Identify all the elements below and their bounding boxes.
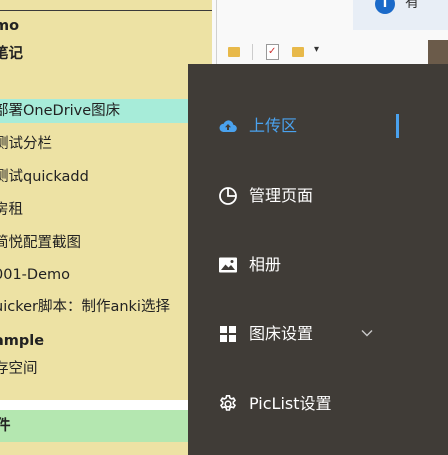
notification-text: 有	[405, 0, 419, 11]
list-item[interactable]: 测试quickadd	[0, 165, 212, 189]
note-label: 测试quickadd	[0, 169, 89, 185]
list-item[interactable]: 笔记	[0, 42, 212, 66]
list-item[interactable]: mo	[0, 14, 212, 38]
checkmark-icon: ✓	[268, 46, 277, 57]
note-label: 笔记	[0, 46, 23, 62]
note-label: 存空间	[0, 361, 38, 377]
menu-item-label: PicList设置	[249, 394, 332, 413]
info-icon: i	[375, 0, 395, 14]
note-label: uicker脚本：制作anki选择	[0, 299, 170, 315]
divider	[0, 10, 212, 11]
image-icon	[219, 257, 237, 273]
note-label: 001-Demo	[0, 267, 70, 283]
list-item[interactable]: 001-Demo	[0, 263, 212, 287]
list-item[interactable]: ample	[0, 329, 212, 353]
pie-chart-icon	[219, 187, 237, 205]
list-item[interactable]: 存空间	[0, 357, 212, 381]
list-item[interactable]: 房租	[0, 198, 212, 222]
explorer-toolbar: ✓ ▾	[222, 40, 422, 64]
footer-section[interactable]: 件	[0, 410, 212, 442]
chevron-down-icon[interactable]	[360, 326, 374, 340]
note-label: mo	[0, 18, 20, 34]
divider	[252, 44, 253, 60]
list-item[interactable]: uicker脚本：制作anki选择	[0, 295, 212, 319]
notification-banner[interactable]: i 有	[353, 0, 448, 30]
menu-item-picbed-settings[interactable]: 图床设置	[188, 312, 448, 356]
cloud-upload-icon	[219, 120, 237, 133]
list-item[interactable]: 简悦配置截图	[0, 231, 212, 255]
footer-label: 件	[0, 418, 11, 434]
menu-item-label: 上传区	[249, 116, 298, 135]
menu-item-label: 图床设置	[249, 324, 314, 343]
menu-item-manage[interactable]: 管理页面	[188, 174, 448, 218]
note-list-panel: mo 笔记 部署OneDrive图床 测试分栏 测试quickadd 房租 简悦…	[0, 0, 212, 455]
menu-item-label: 管理页面	[249, 186, 314, 205]
note-label: ample	[0, 333, 45, 349]
gear-icon	[219, 395, 237, 411]
piclist-menu: 上传区 管理页面 相册 图床设置 PicList设置	[188, 64, 448, 455]
note-label: 简悦配置截图	[0, 235, 81, 251]
menu-item-upload[interactable]: 上传区	[188, 104, 448, 148]
dropdown-icon[interactable]: ▾	[314, 44, 319, 55]
folder-icon[interactable]	[228, 47, 240, 57]
list-item[interactable]: 测试分栏	[0, 132, 212, 156]
note-label: 部署OneDrive图床	[0, 103, 121, 119]
thumbnail-image	[428, 40, 448, 64]
note-label: 房租	[0, 202, 23, 218]
active-indicator	[396, 114, 399, 138]
note-label: 测试分栏	[0, 136, 52, 152]
folder-icon[interactable]	[292, 47, 304, 57]
menu-item-label: 相册	[249, 255, 282, 274]
menu-item-piclist-settings[interactable]: PicList设置	[188, 382, 448, 426]
list-item-selected[interactable]: 部署OneDrive图床	[0, 99, 212, 123]
grid-icon	[220, 326, 236, 342]
menu-item-gallery[interactable]: 相册	[188, 243, 448, 287]
